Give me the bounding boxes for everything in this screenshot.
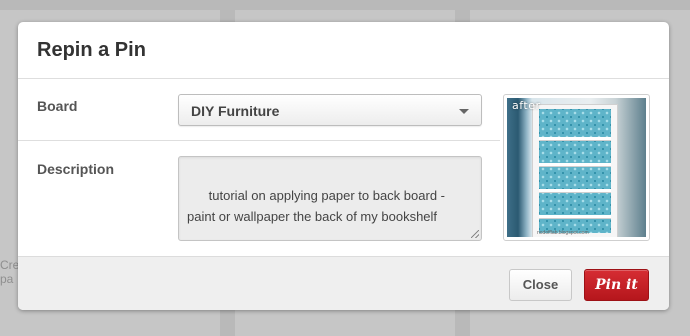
close-button[interactable]: Close: [509, 269, 572, 301]
image-overlay-text: after: [512, 99, 541, 112]
board-select[interactable]: DIY Furniture: [178, 94, 482, 126]
resize-grip-icon[interactable]: [471, 230, 479, 238]
dialog-header: Repin a Pin: [18, 22, 669, 79]
shelf: [539, 163, 611, 167]
shelf: [539, 137, 611, 141]
board-row: Board DIY Furniture: [18, 80, 500, 141]
chevron-down-icon: [459, 109, 469, 114]
shelf: [539, 189, 611, 193]
pin-it-button[interactable]: Pin it: [584, 269, 649, 301]
dialog-title: Repin a Pin: [37, 39, 146, 61]
dialog-footer: Close Pin it: [18, 256, 669, 310]
description-textarea[interactable]: tutorial on applying paper to back board…: [178, 156, 482, 241]
shelf: [539, 215, 611, 219]
pin-image: after nodofflab.blogspot.com: [503, 94, 650, 241]
description-row: Description tutorial on applying paper t…: [18, 142, 500, 256]
background-edge-text: Cre pa: [0, 258, 18, 286]
repin-dialog: Repin a Pin Board DIY Furniture Descript…: [18, 22, 669, 310]
image-watermark: nodofflab.blogspot.com: [537, 230, 589, 236]
description-label: Description: [37, 161, 115, 177]
bookshelf-photo: after nodofflab.blogspot.com: [507, 98, 646, 237]
board-select-value: DIY Furniture: [191, 103, 280, 119]
board-label: Board: [37, 98, 78, 114]
description-text: tutorial on applying paper to back board…: [187, 188, 449, 224]
bookshelf-frame: [532, 104, 618, 237]
